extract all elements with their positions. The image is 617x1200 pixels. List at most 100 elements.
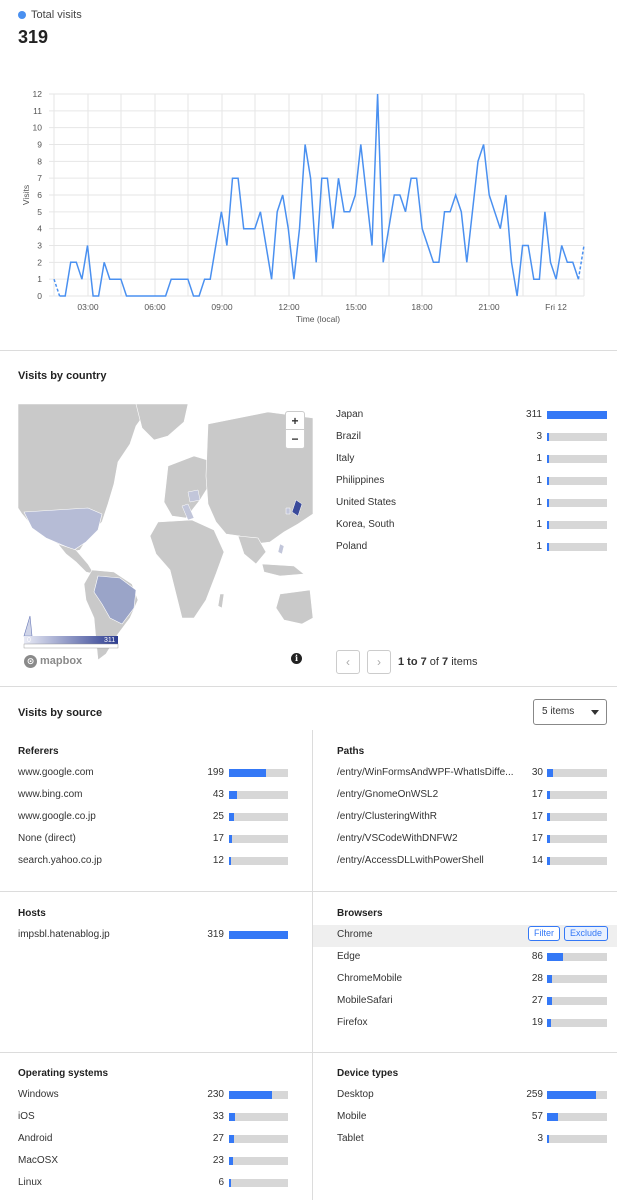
device-bar-fill — [547, 1135, 549, 1143]
device-row[interactable]: Tablet 3 — [337, 1129, 609, 1151]
os-count: 6 — [218, 1177, 224, 1188]
referer-count: 12 — [212, 855, 224, 866]
country-label: Brazil — [336, 431, 362, 442]
country-count: 311 — [526, 409, 542, 420]
y-tick-label: 11 — [33, 106, 42, 116]
country-bar-track — [547, 477, 607, 485]
x-tick-label: 21:00 — [478, 302, 500, 312]
device-count: 57 — [531, 1111, 543, 1122]
browser-row[interactable]: MobileSafari 27 — [313, 991, 617, 1013]
filter-button[interactable]: Filter — [528, 926, 560, 941]
country-section-title: Visits by country — [18, 370, 107, 382]
divider — [0, 891, 617, 892]
browser-row[interactable]: ChromeMobile 28 — [313, 969, 617, 991]
device-label: Desktop — [337, 1089, 374, 1100]
hosts-title: Hosts — [18, 908, 46, 919]
country-row[interactable]: Poland 1 — [336, 537, 608, 559]
path-label: /entry/GnomeOnWSL2 — [337, 789, 439, 800]
zoom-in-button[interactable]: + — [286, 412, 304, 430]
os-row[interactable]: Linux 6 — [18, 1173, 290, 1195]
map-legend-max: 311 — [104, 637, 116, 644]
os-label: Windows — [18, 1089, 59, 1100]
exclude-button[interactable]: Exclude — [564, 926, 609, 941]
browser-label: MobileSafari — [337, 995, 393, 1006]
country-row[interactable]: Philippines 1 — [336, 471, 608, 493]
referer-count: 199 — [207, 767, 224, 778]
country-row[interactable]: Brazil 3 — [336, 427, 608, 449]
country-row[interactable]: Korea, South 1 — [336, 515, 608, 537]
chevron-down-icon — [591, 710, 599, 715]
pager-prev-button[interactable]: ‹ — [336, 650, 360, 674]
pager-next-button[interactable]: › — [367, 650, 391, 674]
path-bar-fill — [547, 835, 550, 843]
device-row[interactable]: Mobile 57 — [337, 1107, 609, 1129]
browser-row[interactable]: Chrome Filter Exclude — [313, 925, 617, 947]
y-tick-label: 9 — [37, 140, 42, 150]
country-row[interactable]: Italy 1 — [336, 449, 608, 471]
country-row[interactable]: United States 1 — [336, 493, 608, 515]
host-row[interactable]: impsbl.hatenablog.jp 319 — [18, 925, 290, 947]
visits-line-chart[interactable]: 012345678910111203:00 06:00 09:00 12:00 15:0… — [0, 80, 617, 330]
referer-count: 17 — [212, 833, 224, 844]
referer-count: 43 — [212, 789, 224, 800]
path-bar-track — [547, 791, 607, 799]
total-visits-value: 319 — [18, 27, 49, 47]
map-zoom-control: + − — [285, 411, 305, 449]
country-row[interactable]: Japan 311 — [336, 405, 608, 427]
browser-bar-track — [547, 975, 607, 983]
referer-bar-track — [229, 813, 288, 821]
path-row[interactable]: /entry/ClusteringWithR 17 — [337, 807, 609, 829]
source-section-title: Visits by source — [18, 707, 103, 719]
referer-bar-track — [229, 835, 288, 843]
referer-row[interactable]: www.bing.com 43 — [18, 785, 290, 807]
x-tick-label: Fri 12 — [545, 302, 567, 312]
browser-count: 19 — [531, 1017, 543, 1028]
y-tick-label: 2 — [37, 257, 42, 267]
country-bar-fill — [547, 521, 549, 529]
referer-row[interactable]: None (direct) 17 — [18, 829, 290, 851]
browser-row[interactable]: Edge 86 — [313, 947, 617, 969]
y-tick-label: 1 — [37, 274, 42, 284]
os-row[interactable]: Android 27 — [18, 1129, 290, 1151]
path-row[interactable]: /entry/WinFormsAndWPF-WhatIsDiffe... 30 — [337, 763, 609, 785]
os-row[interactable]: Windows 230 — [18, 1085, 290, 1107]
country-bar-fill — [547, 433, 549, 441]
divider — [0, 1052, 617, 1053]
country-bar-track — [547, 499, 607, 507]
os-bar-track — [229, 1135, 288, 1143]
device-count: 3 — [537, 1133, 543, 1144]
browser-label: ChromeMobile — [337, 973, 403, 984]
referer-row[interactable]: search.yahoo.co.jp 12 — [18, 851, 290, 873]
zoom-out-button[interactable]: − — [286, 430, 304, 448]
referer-row[interactable]: www.google.co.jp 25 — [18, 807, 290, 829]
y-tick-label: 12 — [33, 89, 43, 99]
world-map[interactable] — [18, 404, 313, 674]
referer-bar-fill — [229, 813, 234, 821]
pager-of: of — [426, 656, 443, 668]
country-count: 1 — [536, 475, 542, 486]
path-row[interactable]: /entry/GnomeOnWSL2 17 — [337, 785, 609, 807]
os-row[interactable]: iOS 33 — [18, 1107, 290, 1129]
referer-bar-fill — [229, 835, 232, 843]
path-bar-fill — [547, 769, 553, 777]
items-count-select[interactable]: 5 items — [533, 699, 607, 725]
map-info-icon[interactable]: i — [291, 653, 302, 664]
pager-range: 1 to 7 — [398, 656, 427, 668]
os-bar-fill — [229, 1113, 235, 1121]
device-row[interactable]: Desktop 259 — [337, 1085, 609, 1107]
referer-bar-fill — [229, 769, 266, 777]
browser-row[interactable]: Firefox 19 — [313, 1013, 617, 1035]
os-bar-track — [229, 1113, 288, 1121]
os-bar-fill — [229, 1091, 272, 1099]
os-row[interactable]: MacOSX 23 — [18, 1151, 290, 1173]
x-tick-label: 09:00 — [211, 302, 233, 312]
country-bar-track — [547, 543, 607, 551]
path-row[interactable]: /entry/VSCodeWithDNFW2 17 — [337, 829, 609, 851]
path-bar-track — [547, 835, 607, 843]
device-label: Tablet — [337, 1133, 364, 1144]
referer-row[interactable]: www.google.com 199 — [18, 763, 290, 785]
mapbox-logo-text[interactable]: mapbox — [40, 655, 82, 667]
path-row[interactable]: /entry/AccessDLLwithPowerShell 14 — [337, 851, 609, 873]
os-bar-fill — [229, 1157, 233, 1165]
mapbox-logo-icon[interactable]: ⊙ — [24, 655, 37, 668]
